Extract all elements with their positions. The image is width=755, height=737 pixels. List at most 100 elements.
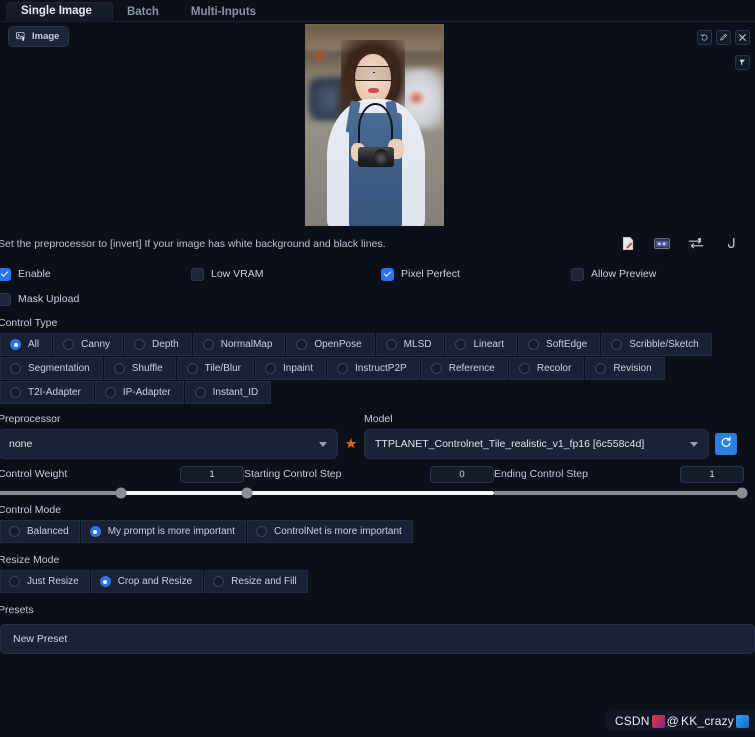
control-type-scribble-sketch[interactable]: Scribble/Sketch	[601, 333, 712, 356]
options-row-2: Mask Upload	[0, 286, 755, 312]
checkbox-low-vram[interactable]: Low VRAM	[191, 267, 381, 281]
control-type-inpaint[interactable]: Inpaint	[254, 357, 327, 380]
control-type-normalmap[interactable]: NormalMap	[192, 333, 286, 356]
close-button[interactable]	[735, 30, 750, 45]
control-type-label: SoftEdge	[546, 339, 588, 350]
control-type-revision[interactable]: Revision	[585, 357, 665, 380]
radio-icon[interactable]	[518, 363, 530, 374]
control-type-group: All Canny Depth NormalMap OpenPose MLSD Linear…	[0, 333, 755, 405]
edit-button[interactable]	[716, 30, 731, 45]
control-type-label: IP-Adapter	[122, 387, 171, 398]
checkbox-low-vram-box[interactable]	[191, 267, 204, 281]
checkbox-enable-box[interactable]	[0, 267, 11, 281]
radio-icon[interactable]	[9, 576, 20, 587]
radio-icon[interactable]	[10, 387, 21, 398]
checkbox-enable[interactable]: Enable	[0, 267, 191, 281]
new-canvas-icon[interactable]	[621, 236, 636, 256]
control-mode-balanced[interactable]: Balanced	[0, 520, 80, 543]
slider-ending-control-step-knob[interactable]	[736, 487, 747, 499]
image-drop-panel[interactable]: Image	[0, 22, 755, 234]
radio-icon[interactable]	[296, 339, 308, 350]
refresh-models-button[interactable]	[715, 433, 737, 455]
control-type-segmentation[interactable]: Segmentation	[0, 357, 103, 380]
radio-icon[interactable]	[255, 526, 267, 537]
tab-multi-inputs[interactable]: Multi-Inputs	[177, 4, 274, 22]
checkbox-enable-label: Enable	[18, 268, 51, 280]
tab-batch[interactable]: Batch	[113, 4, 177, 22]
send-dimensions-icon[interactable]	[722, 237, 737, 255]
slider-ending-control-step-track[interactable]	[494, 487, 747, 499]
tab-single-image[interactable]: Single Image	[6, 2, 113, 22]
radio-icon[interactable]	[10, 363, 21, 374]
radio-icon[interactable]	[63, 339, 75, 350]
image-tool-row-top	[697, 30, 750, 45]
checkbox-mask-upload[interactable]: Mask Upload	[0, 292, 79, 306]
tab-multi-inputs-label: Multi-Inputs	[190, 6, 257, 18]
checkbox-pixel-perfect-box[interactable]	[381, 267, 394, 281]
control-type-tile-blur[interactable]: Tile/Blur	[176, 357, 254, 380]
radio-icon[interactable]	[194, 387, 206, 398]
radio-icon[interactable]	[213, 576, 225, 587]
control-type-all[interactable]: All	[0, 333, 53, 356]
image-upload-button[interactable]: Image	[8, 26, 70, 47]
model-dropdown[interactable]: TTPLANET_Controlnet_Tile_realistic_v1_fp…	[364, 429, 709, 459]
control-type-instructp2p[interactable]: InstructP2P	[327, 357, 420, 380]
undo-icon	[700, 33, 709, 42]
control-type-shuffle[interactable]: Shuffle	[103, 357, 176, 380]
radio-icon[interactable]	[9, 526, 20, 537]
slider-starting-control-step-value[interactable]: 0	[430, 465, 494, 483]
resize-mode-just-resize[interactable]: Just Resize	[0, 570, 90, 593]
radio-icon[interactable]	[10, 339, 21, 350]
resize-mode-crop-and-resize[interactable]: Crop and Resize	[90, 570, 204, 593]
radio-icon[interactable]	[99, 576, 111, 587]
control-type-recolor[interactable]: Recolor	[508, 357, 585, 380]
radio-icon[interactable]	[611, 339, 623, 350]
slider-starting-control-step-knob[interactable]	[241, 487, 252, 499]
brush-button[interactable]	[735, 55, 750, 70]
slider-control-weight-knob[interactable]	[115, 487, 127, 499]
slider-control-weight-track[interactable]	[0, 487, 244, 499]
camera-icon[interactable]	[654, 237, 670, 255]
slider-control-weight-value[interactable]: 1	[180, 465, 244, 483]
radio-icon[interactable]	[430, 363, 442, 374]
radio-icon[interactable]	[104, 387, 116, 398]
control-type-t2i-adapter[interactable]: T2I-Adapter	[0, 381, 94, 404]
slider-starting-control-step-track[interactable]	[241, 487, 494, 499]
control-type-canny[interactable]: Canny	[53, 333, 124, 356]
checkbox-mask-upload-box[interactable]	[0, 292, 11, 306]
preset-dropdown[interactable]: New Preset	[0, 624, 755, 654]
radio-icon[interactable]	[264, 363, 276, 374]
checkbox-allow-preview-label: Allow Preview	[591, 268, 657, 280]
radio-icon[interactable]	[134, 339, 146, 350]
control-type-softedge[interactable]: SoftEdge	[518, 333, 601, 356]
checkbox-allow-preview[interactable]: Allow Preview	[571, 267, 657, 281]
radio-icon[interactable]	[186, 363, 198, 374]
resize-mode-resize-and-fill[interactable]: Resize and Fill	[204, 570, 308, 593]
pin-star-icon[interactable]	[338, 429, 364, 459]
radio-icon[interactable]	[528, 339, 540, 350]
control-mode-my-prompt-is-more-important[interactable]: My prompt is more important	[80, 520, 246, 543]
radio-icon[interactable]	[89, 526, 101, 537]
radio-icon[interactable]	[337, 363, 349, 374]
control-type-mlsd[interactable]: MLSD	[375, 333, 445, 356]
swap-icon[interactable]	[688, 237, 704, 255]
radio-icon[interactable]	[113, 363, 125, 374]
control-type-label: Segmentation	[28, 363, 90, 374]
control-type-depth[interactable]: Depth	[124, 333, 192, 356]
control-type-ip-adapter[interactable]: IP-Adapter	[94, 381, 184, 404]
preview-image[interactable]	[305, 24, 444, 226]
radio-icon[interactable]	[202, 339, 214, 350]
radio-icon[interactable]	[595, 363, 607, 374]
control-type-instant-id[interactable]: Instant_ID	[184, 381, 272, 404]
radio-icon[interactable]	[385, 339, 397, 350]
control-type-reference[interactable]: Reference	[420, 357, 508, 380]
undo-button[interactable]	[697, 30, 712, 45]
control-type-openpose[interactable]: OpenPose	[286, 333, 375, 356]
checkbox-pixel-perfect[interactable]: Pixel Perfect	[381, 267, 571, 281]
radio-icon[interactable]	[455, 339, 467, 350]
control-type-lineart[interactable]: Lineart	[445, 333, 518, 356]
checkbox-allow-preview-box[interactable]	[571, 267, 584, 281]
preprocessor-dropdown[interactable]: none	[0, 429, 338, 459]
control-mode-controlnet-is-more-important[interactable]: ControlNet is more important	[246, 520, 413, 543]
slider-ending-control-step-value[interactable]: 1	[680, 465, 744, 483]
